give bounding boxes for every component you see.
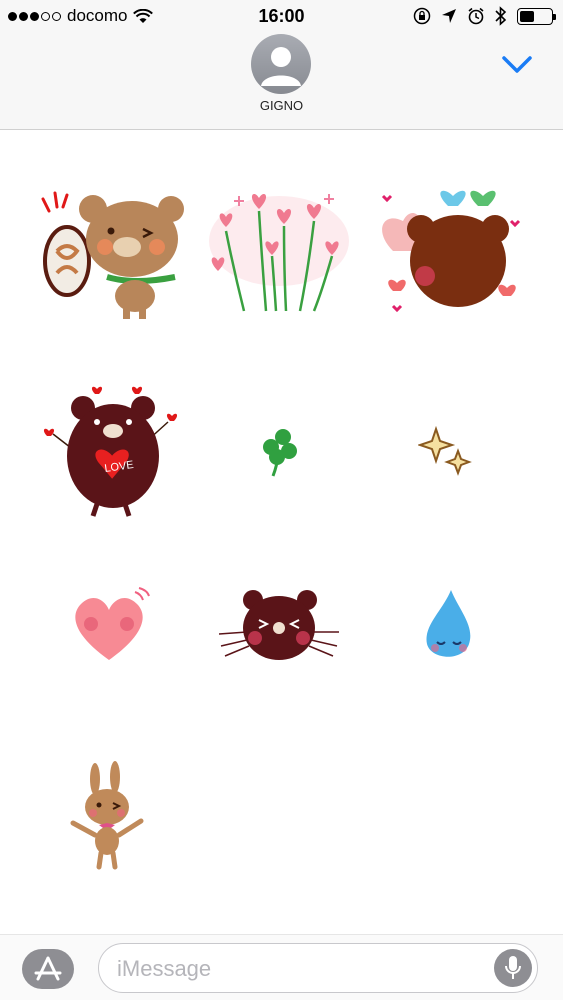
location-arrow-icon bbox=[442, 9, 456, 23]
pink-heart-sticker[interactable] bbox=[35, 551, 185, 701]
message-field[interactable] bbox=[98, 943, 538, 993]
microphone-icon[interactable] bbox=[494, 949, 532, 987]
bear-with-coffee-sticker[interactable] bbox=[35, 176, 185, 326]
sticker-grid: LOVE bbox=[0, 131, 563, 934]
status-bar: docomo 16:00 bbox=[0, 0, 563, 34]
person-silhouette-icon[interactable] bbox=[251, 34, 311, 94]
conversation-header: GIGNO bbox=[0, 34, 563, 130]
dark-bear-face-sticker[interactable] bbox=[204, 551, 354, 701]
message-input[interactable] bbox=[117, 954, 477, 984]
bear-back-hearts-sticker[interactable] bbox=[373, 176, 523, 326]
sparkle-sticker[interactable] bbox=[373, 376, 523, 526]
bear-love-heart-sticker[interactable]: LOVE bbox=[35, 376, 185, 526]
battery-icon bbox=[517, 7, 556, 25]
app-store-icon[interactable] bbox=[22, 949, 74, 989]
status-right bbox=[413, 6, 556, 26]
water-drop-sticker[interactable] bbox=[373, 551, 523, 701]
chevron-down-icon[interactable] bbox=[500, 52, 534, 78]
message-input-bar bbox=[0, 934, 563, 1000]
heart-tulips-sticker[interactable] bbox=[204, 176, 354, 326]
alarm-icon bbox=[468, 7, 484, 25]
bunny-sticker[interactable] bbox=[35, 741, 185, 891]
lock-rotation-icon bbox=[413, 7, 431, 25]
clover-sticker[interactable] bbox=[204, 376, 354, 526]
contact-name[interactable]: GIGNO bbox=[0, 98, 563, 113]
bluetooth-icon bbox=[495, 6, 507, 26]
